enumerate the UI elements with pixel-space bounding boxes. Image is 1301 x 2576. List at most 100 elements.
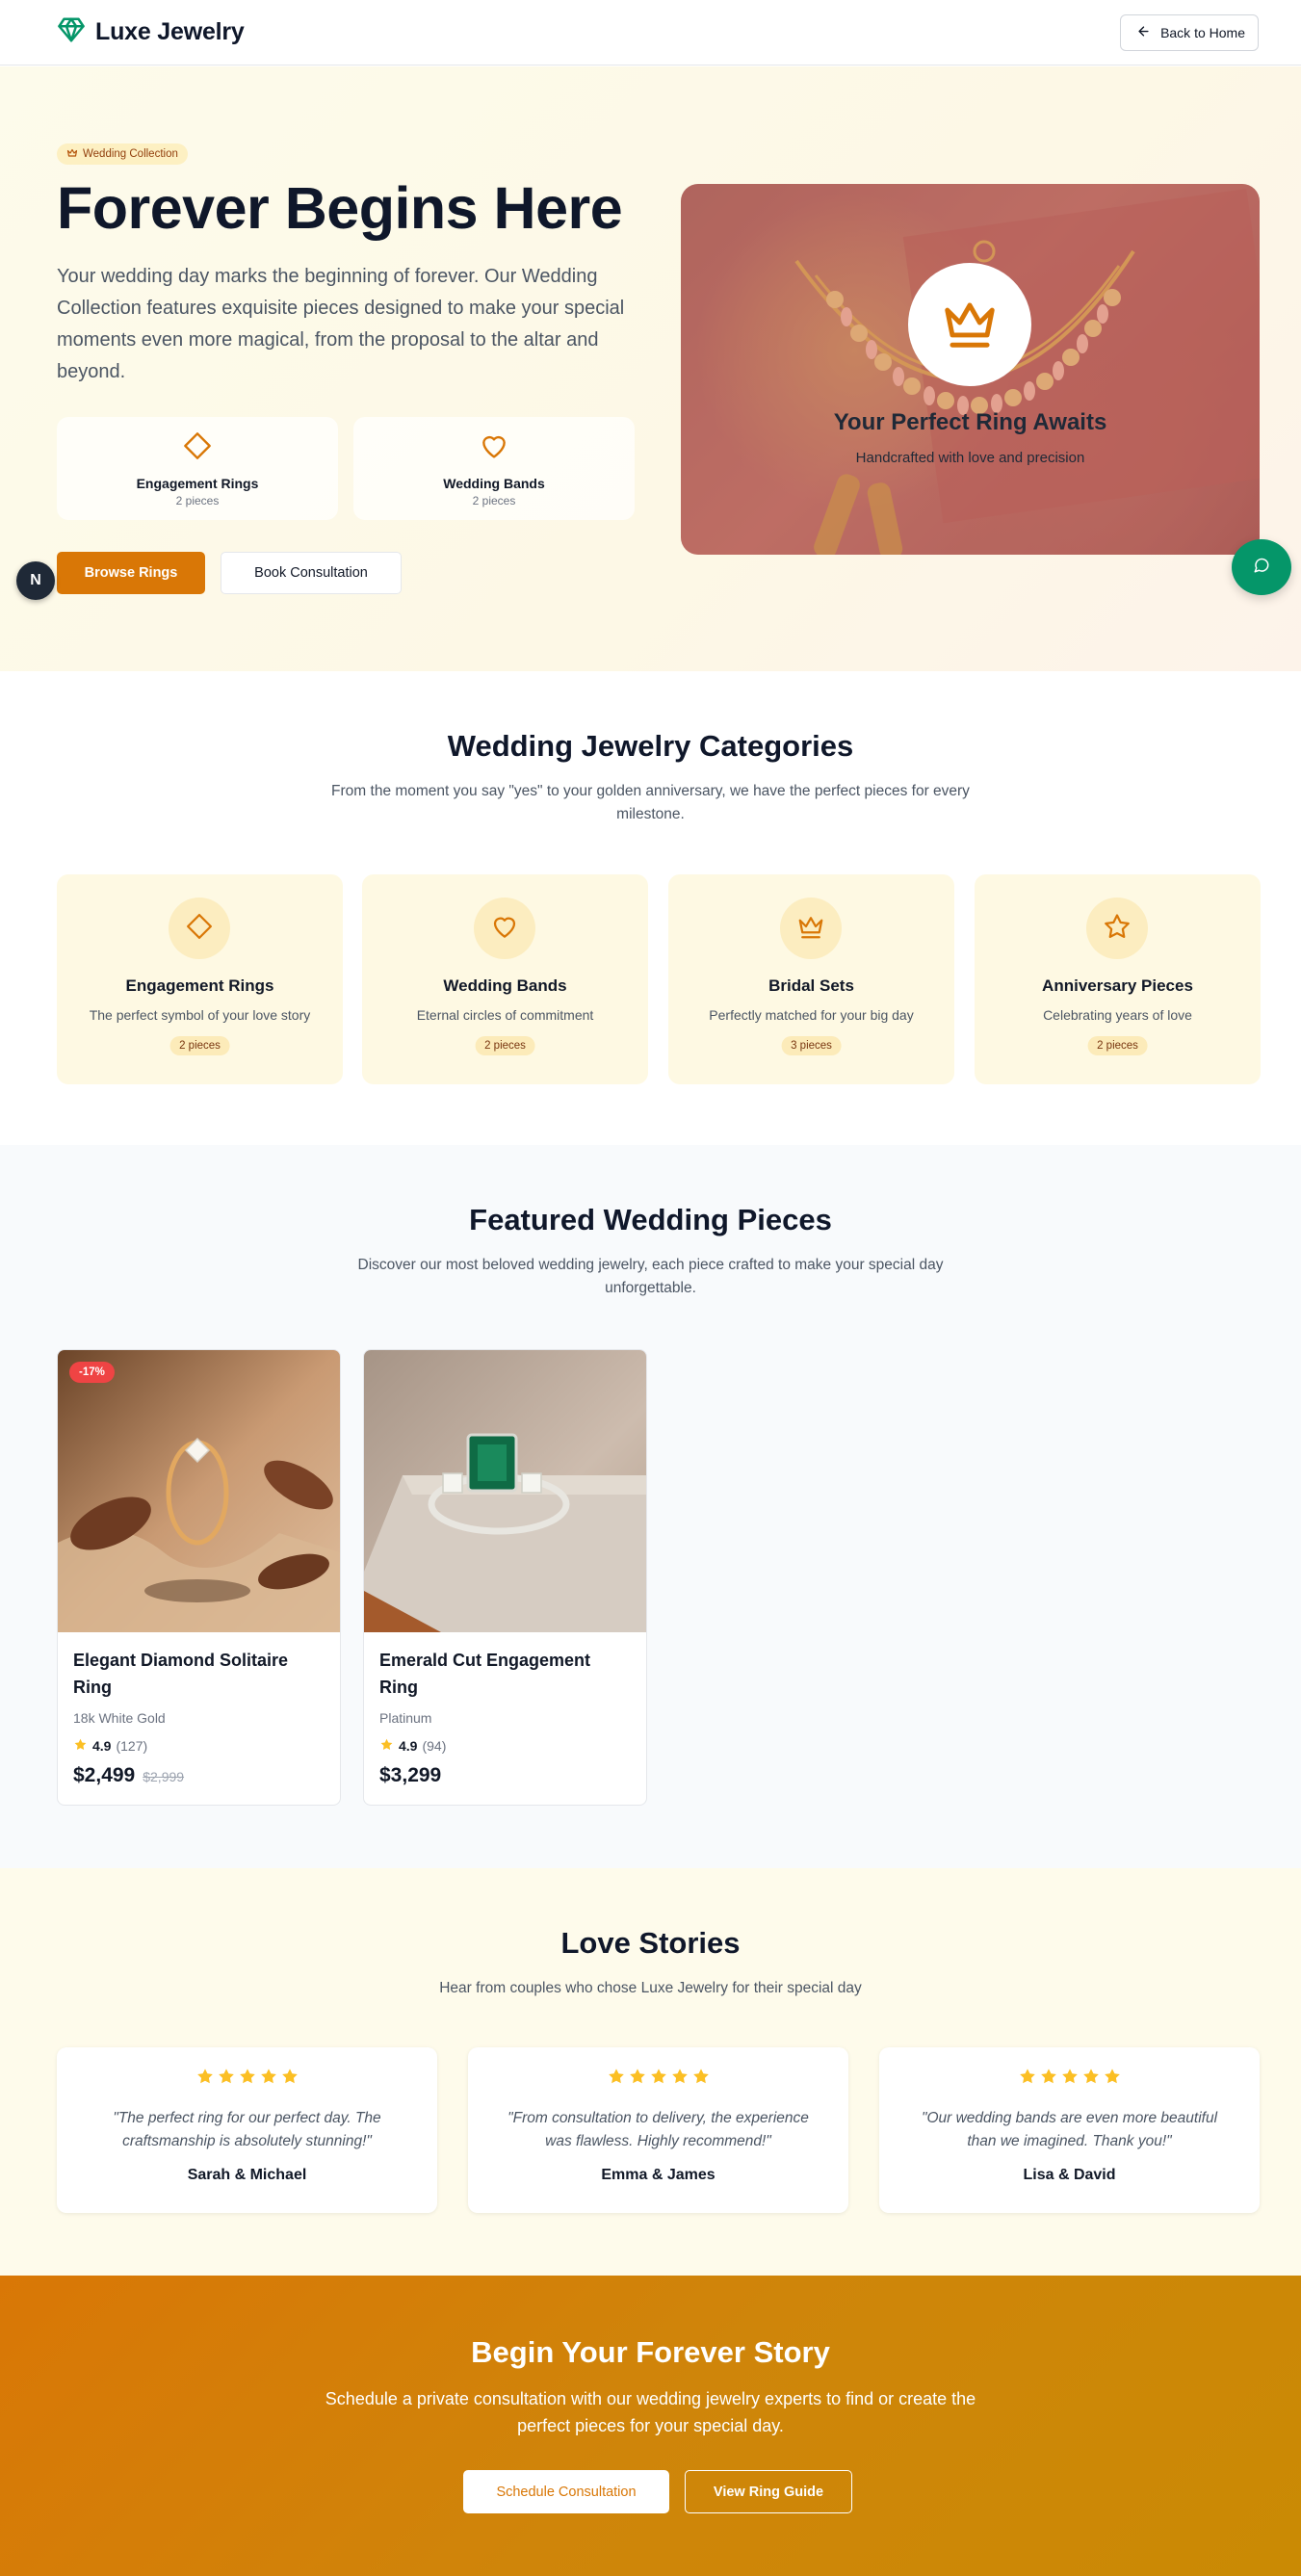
gem-icon [57, 15, 86, 49]
categories-title: Wedding Jewelry Categories [447, 729, 854, 763]
category-title: Bridal Sets [768, 976, 854, 995]
testimonial-card: "From consultation to delivery, the expe… [468, 2047, 848, 2213]
product-image[interactable] [364, 1350, 646, 1632]
arrow-left-icon [1136, 24, 1151, 41]
star-icon [238, 2067, 257, 2091]
category-count-badge: 2 pieces [169, 1036, 230, 1055]
star-icon [670, 2067, 690, 2091]
product-image[interactable]: -17% [58, 1350, 340, 1632]
browse-rings-button[interactable]: Browse Rings [57, 552, 205, 594]
engagement-rings-card[interactable]: Engagement Rings 2 pieces [57, 417, 338, 520]
discount-badge: -17% [69, 1362, 115, 1383]
price: $2,499 [73, 1764, 136, 1786]
original-price: $2,999 [143, 1769, 185, 1784]
schedule-consultation-button[interactable]: Schedule Consultation [463, 2470, 669, 2513]
brand-name: Luxe Jewelry [95, 18, 245, 45]
star-icon [691, 2067, 711, 2091]
diamond-icon [182, 430, 213, 466]
testimonial-author: Lisa & David [1023, 2167, 1116, 2183]
category-card-engagement-rings[interactable]: Engagement Rings The perfect symbol of y… [57, 874, 343, 1084]
star-icon [259, 2067, 278, 2091]
category-description: Perfectly matched for your big day [709, 1007, 914, 1023]
love-stories-section: Love Stories Hear from couples who chose… [0, 1868, 1301, 2276]
category-card-wedding-bands[interactable]: Wedding Bands Eternal circles of commitm… [362, 874, 648, 1084]
star-rating [879, 2067, 1260, 2091]
hero-description: Your wedding day marks the beginning of … [57, 266, 625, 382]
featured-subtitle: Discover our most beloved wedding jewelr… [357, 1257, 944, 1296]
testimonial-quote: "The perfect ring for our perfect day. T… [113, 2110, 381, 2149]
product-name[interactable]: Elegant Diamond Solitaire Ring [73, 1647, 325, 1701]
star-rating [468, 2067, 848, 2091]
rating-value: 4.9 [92, 1738, 112, 1754]
category-description: Eternal circles of commitment [416, 1007, 594, 1023]
featured-section: Featured Wedding Pieces Discover our mos… [0, 1145, 1301, 1868]
category-count-badge: 2 pieces [475, 1036, 535, 1055]
testimonial-author: Sarah & Michael [187, 2167, 307, 2183]
back-to-home-label: Back to Home [1160, 24, 1245, 40]
star-icon [1039, 2067, 1058, 2091]
testimonial-author: Emma & James [601, 2167, 716, 2183]
price: $3,299 [379, 1764, 442, 1786]
star-icon [379, 1737, 394, 1755]
review-count: (94) [422, 1738, 447, 1754]
product-material: Platinum [379, 1710, 432, 1726]
brand-logo[interactable]: Luxe Jewelry [57, 15, 245, 49]
hero-title: Forever Begins Here [57, 175, 623, 241]
engagement-rings-title: Engagement Rings [136, 475, 259, 491]
emerald-ring-photo [364, 1350, 646, 1632]
star-icon [1018, 2067, 1037, 2091]
cta-section: Begin Your Forever Story Schedule a priv… [0, 2276, 1301, 2576]
hero-image-subtitle: Handcrafted with love and precision [855, 450, 1085, 466]
chat-button[interactable] [1232, 539, 1291, 595]
star-icon [1060, 2067, 1080, 2091]
heart-icon [490, 912, 519, 946]
diamond-ring-photo [58, 1350, 340, 1632]
category-count-badge: 2 pieces [1087, 1036, 1148, 1055]
category-description: The perfect symbol of your love story [89, 1007, 311, 1023]
star-icon [649, 2067, 668, 2091]
review-count: (127) [116, 1738, 148, 1754]
site-header: Luxe Jewelry Back to Home [0, 0, 1301, 65]
n-avatar-badge[interactable]: N [16, 561, 55, 600]
star-icon [217, 2067, 236, 2091]
wedding-bands-count: 2 pieces [472, 493, 516, 507]
crown-icon [796, 912, 825, 946]
category-count-badge: 3 pieces [781, 1036, 842, 1055]
star-rating [57, 2067, 437, 2091]
wedding-bands-card[interactable]: Wedding Bands 2 pieces [353, 417, 635, 520]
category-icon-circle [1086, 898, 1148, 959]
product-card[interactable]: -17% Elegant Diamond Solitaire Ring 18k … [57, 1349, 341, 1806]
star-icon [195, 2067, 215, 2091]
chat-icon [1253, 557, 1270, 579]
product-name[interactable]: Emerald Cut Engagement Ring [379, 1647, 632, 1701]
book-consultation-button[interactable]: Book Consultation [221, 552, 402, 594]
product-card[interactable]: Emerald Cut Engagement Ring Platinum 4.9… [363, 1349, 647, 1806]
product-price-row: $3,299 [379, 1764, 441, 1787]
categories-subtitle: From the moment you say "yes" to your go… [331, 783, 970, 822]
featured-title: Featured Wedding Pieces [469, 1203, 832, 1236]
hero-image-title: Your Perfect Ring Awaits [833, 409, 1107, 435]
crown-emblem [908, 263, 1031, 386]
back-to-home-button[interactable]: Back to Home [1120, 13, 1259, 51]
collection-badge-label: Wedding Collection [83, 148, 178, 160]
star-icon [1103, 912, 1132, 946]
product-price-row: $2,499 $2,999 [73, 1764, 184, 1787]
view-ring-guide-button[interactable]: View Ring Guide [685, 2470, 852, 2513]
testimonial-card: "Our wedding bands are even more beautif… [879, 2047, 1260, 2213]
love-stories-title: Love Stories [560, 1926, 741, 1960]
diamond-icon [185, 912, 214, 946]
category-title: Anniversary Pieces [1042, 976, 1193, 995]
category-card-anniversary-pieces[interactable]: Anniversary Pieces Celebrating years of … [975, 874, 1261, 1084]
category-title: Engagement Rings [125, 976, 274, 995]
category-icon-circle [169, 898, 230, 959]
cta-subtitle: Schedule a private consultation with our… [325, 2389, 976, 2435]
star-icon [73, 1737, 88, 1755]
star-icon [1081, 2067, 1101, 2091]
category-title: Wedding Bands [443, 976, 567, 995]
category-card-bridal-sets[interactable]: Bridal Sets Perfectly matched for your b… [668, 874, 954, 1084]
hero-jewelry-image: Your Perfect Ring Awaits Handcrafted wit… [681, 184, 1260, 555]
wedding-bands-title: Wedding Bands [443, 475, 545, 491]
category-icon-circle [474, 898, 535, 959]
crown-icon [940, 293, 1000, 357]
star-icon [280, 2067, 299, 2091]
